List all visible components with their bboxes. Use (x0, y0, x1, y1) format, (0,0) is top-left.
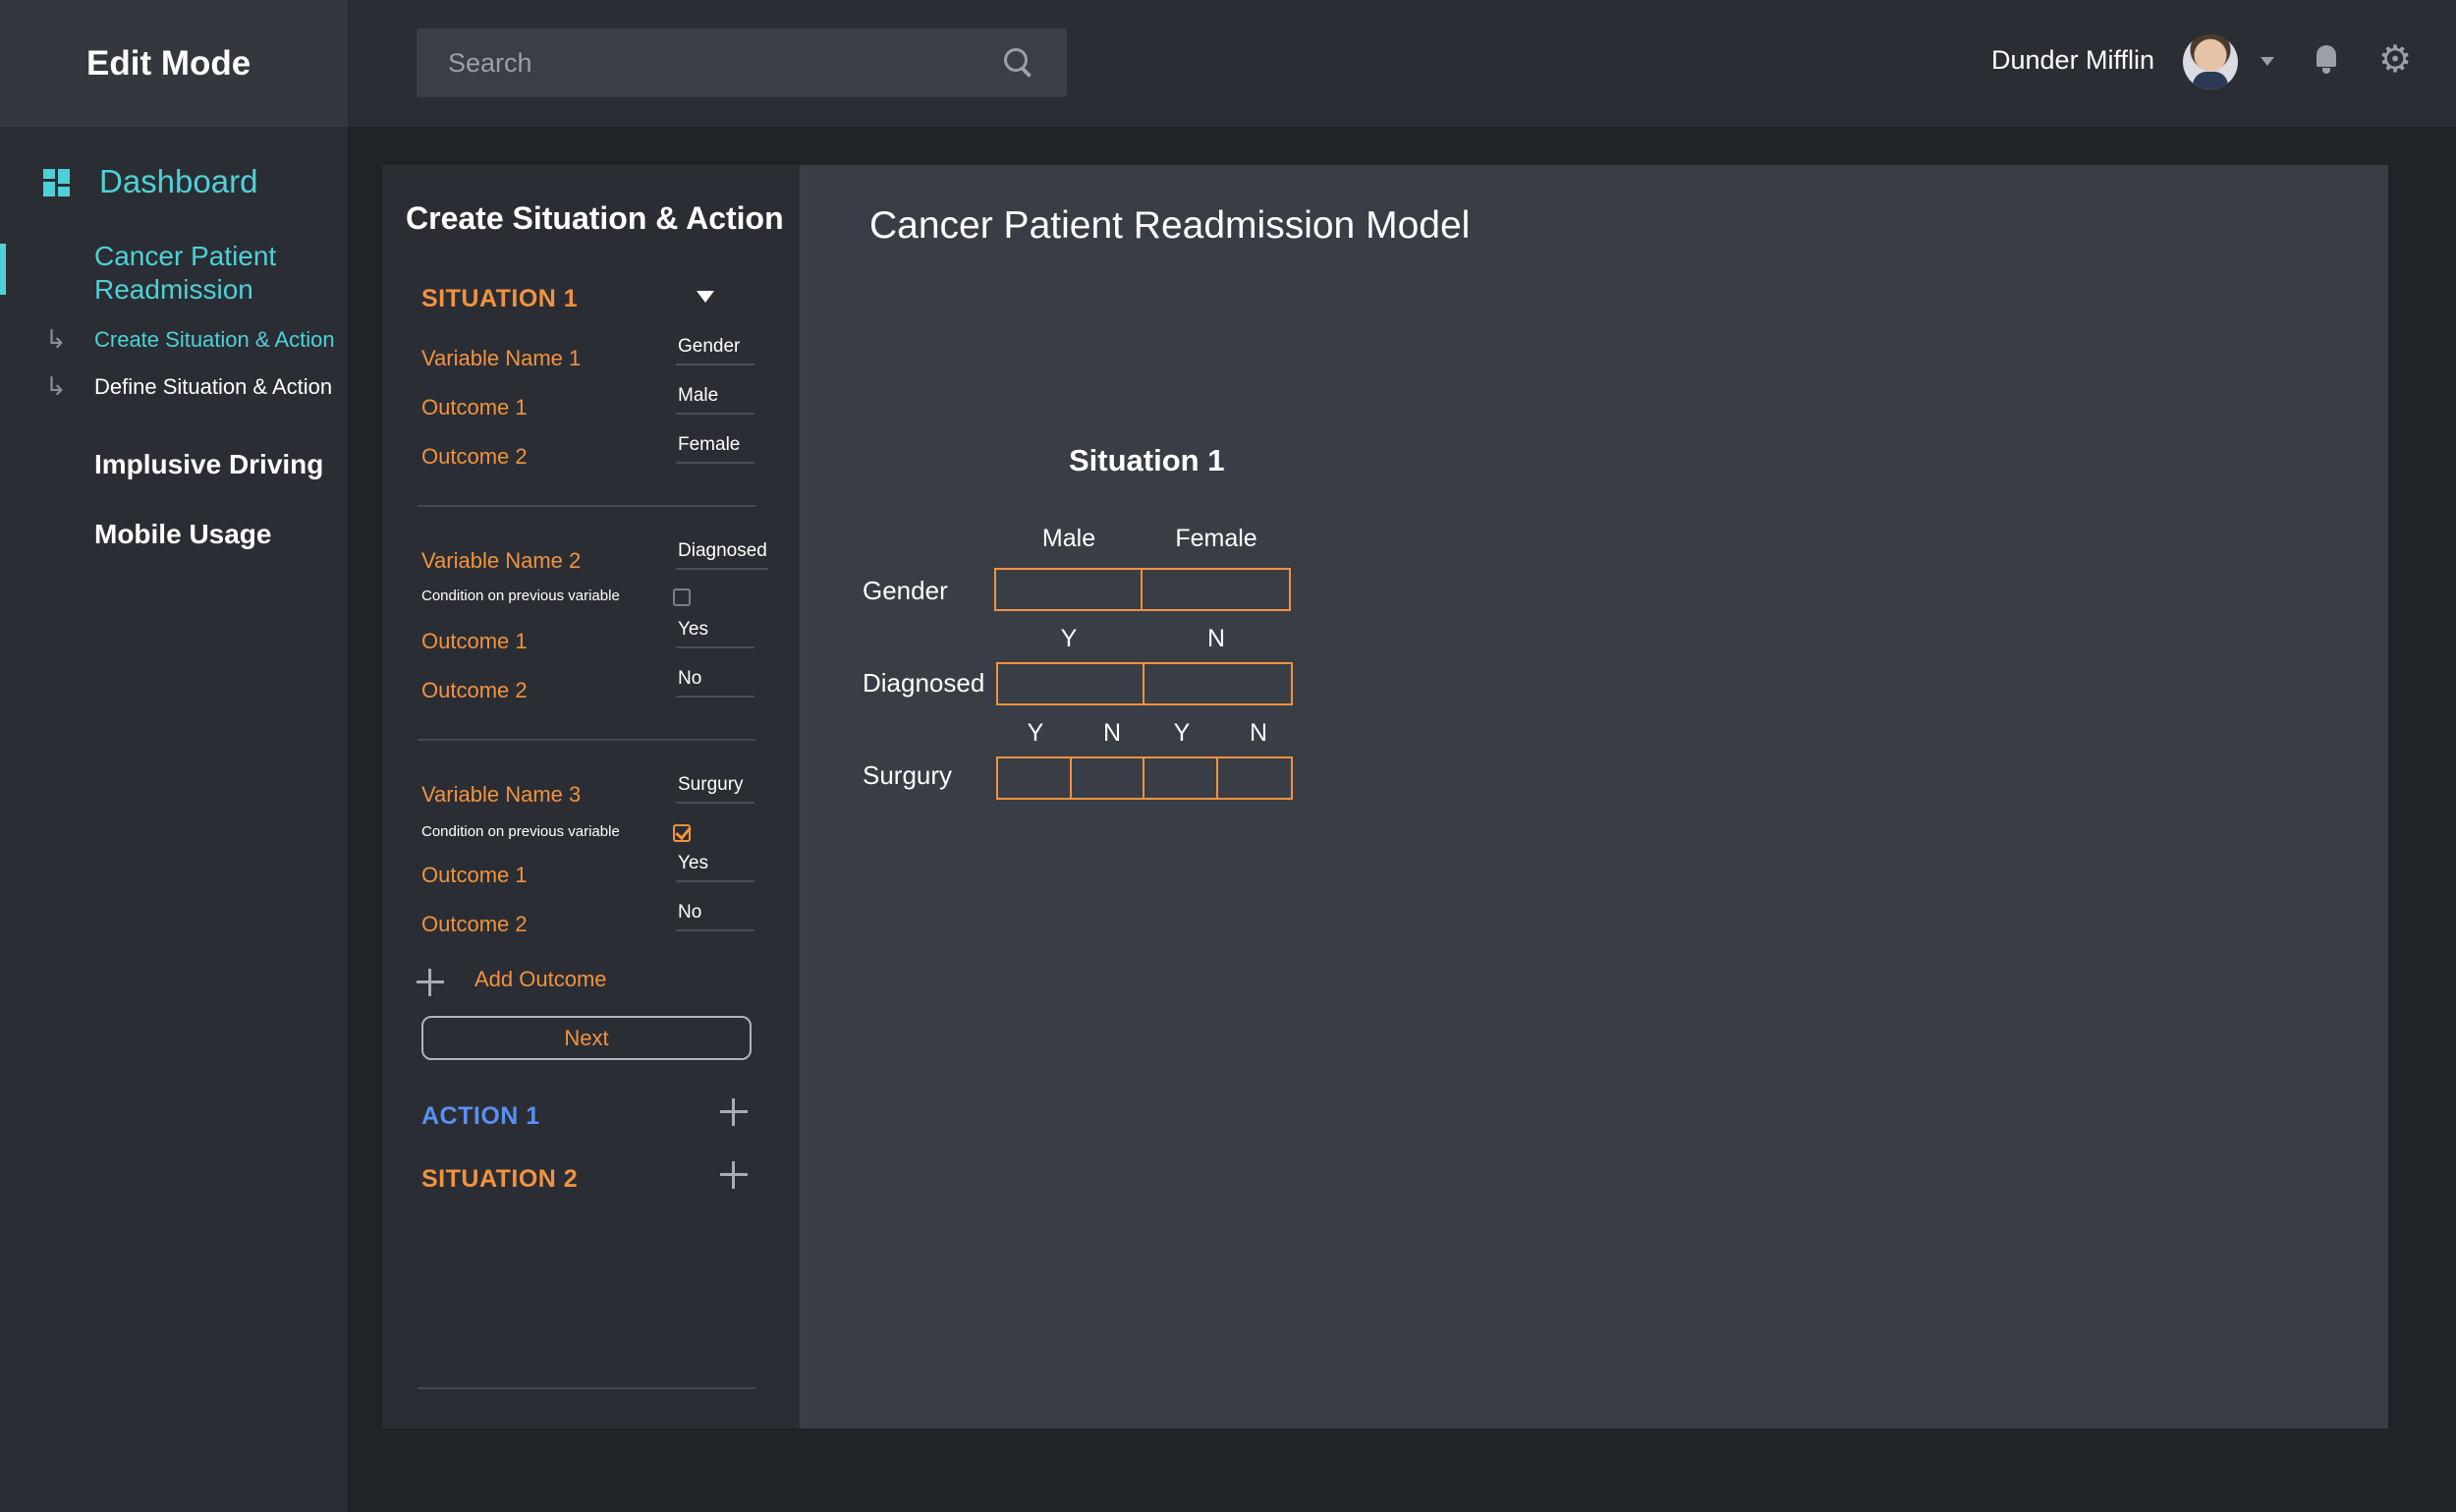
outcome-label: Outcome 1 (421, 629, 528, 653)
search-input[interactable] (448, 47, 1002, 79)
outcome-label: Outcome 1 (421, 863, 528, 887)
condition-checkbox[interactable] (673, 588, 691, 606)
condition-label: Condition on previous variable (421, 823, 620, 840)
outcome-field[interactable]: Female (676, 432, 754, 464)
outcome-label: Outcome 2 (421, 444, 528, 469)
matrix-cell[interactable] (1072, 758, 1144, 798)
diagnosed-cells (996, 662, 1293, 705)
outcome-label: Outcome 2 (421, 678, 528, 702)
divider (418, 505, 756, 507)
search-bar (417, 28, 1067, 97)
condition-checkbox[interactable] (673, 824, 691, 842)
active-indicator (0, 244, 6, 295)
gear-icon[interactable]: ⚙ (2378, 41, 2412, 79)
user-name: Dunder Mifflin (1991, 45, 2155, 75)
matrix-cell[interactable] (1144, 758, 1218, 798)
gender-cells (994, 568, 1291, 611)
nav-mobile-usage[interactable]: Mobile Usage (94, 519, 271, 550)
nav-create-situation-action[interactable]: ↳ Create Situation & Action (45, 324, 335, 355)
variable-name-field[interactable]: Gender (676, 334, 754, 365)
bell-icon[interactable] (2314, 45, 2339, 75)
row-label-surgury: Surgury (863, 760, 953, 790)
outcome-field[interactable]: Yes (676, 617, 754, 648)
collapse-caret-icon[interactable] (697, 291, 714, 303)
nav-define-situation-action[interactable]: ↳ Define Situation & Action (45, 371, 332, 402)
divider (418, 1387, 756, 1389)
action-1-header[interactable]: ACTION 1 (421, 1102, 540, 1131)
sub-arrow-icon: ↳ (45, 324, 67, 354)
nav-dashboard-label: Dashboard (99, 163, 258, 199)
nav-dashboard[interactable]: Dashboard (43, 163, 257, 200)
outcome-field[interactable]: No (676, 666, 754, 698)
row-label-diagnosed: Diagnosed (863, 668, 985, 698)
next-button[interactable]: Next (421, 1016, 752, 1060)
search-icon[interactable] (1002, 46, 1035, 80)
add-situation-plus-icon[interactable] (720, 1161, 748, 1189)
outcome-label: Outcome 1 (421, 395, 528, 420)
column-header: Male (1041, 525, 1096, 552)
column-header: Y (1060, 625, 1078, 652)
matrix-cell[interactable] (1143, 570, 1289, 609)
avatar[interactable] (2183, 34, 2238, 89)
variable-name-label: Variable Name 3 (421, 782, 582, 807)
app-mode-title: Edit Mode (0, 0, 348, 127)
add-outcome-plus-icon[interactable] (417, 969, 444, 996)
variable-name-label: Variable Name 2 (421, 548, 582, 573)
sidebar: Edit Mode Dashboard Cancer Patient Readm… (0, 0, 348, 1512)
outcome-field[interactable]: Yes (676, 851, 754, 882)
outcome-field[interactable]: Male (676, 383, 754, 415)
chevron-down-icon[interactable] (2261, 57, 2274, 66)
matrix-cell[interactable] (1144, 664, 1291, 703)
top-header: Dunder Mifflin ⚙ (348, 0, 2456, 127)
nav-sub-label: Define Situation & Action (94, 373, 333, 399)
column-header: Y (1173, 719, 1191, 747)
matrix-cell[interactable] (1218, 758, 1291, 798)
nav-implusive-driving[interactable]: Implusive Driving (94, 449, 323, 480)
variable-name-field[interactable]: Diagnosed (676, 538, 768, 570)
surgury-cells (996, 756, 1293, 800)
divider (418, 739, 756, 741)
condition-label: Condition on previous variable (421, 588, 620, 604)
row-label-gender: Gender (863, 576, 948, 605)
nav-sub-label: Create Situation & Action (94, 326, 335, 352)
matrix-cell[interactable] (998, 758, 1072, 798)
create-situation-panel: Create Situation & Action SITUATION 1 Va… (382, 165, 800, 1428)
outcome-field[interactable]: No (676, 900, 754, 931)
panel-title: Create Situation & Action (406, 200, 784, 236)
outcome-label: Outcome 2 (421, 912, 528, 936)
variable-name-label: Variable Name 1 (421, 346, 582, 370)
model-title: Cancer Patient Readmission Model (869, 204, 1471, 247)
column-header: Female (1175, 525, 1257, 552)
column-header: N (1249, 719, 1268, 747)
matrix-cell[interactable] (996, 570, 1143, 609)
matrix-cell[interactable] (998, 664, 1144, 703)
sub-arrow-icon: ↳ (45, 371, 67, 401)
situation-1-header[interactable]: SITUATION 1 (421, 285, 578, 313)
variable-name-field[interactable]: Surgury (676, 772, 754, 804)
add-outcome-link[interactable]: Add Outcome (474, 967, 607, 992)
column-header: N (1102, 719, 1122, 747)
column-header: N (1206, 625, 1226, 652)
column-header: Y (1027, 719, 1044, 747)
add-action-plus-icon[interactable] (720, 1098, 748, 1126)
situation-2-header[interactable]: SITUATION 2 (421, 1165, 578, 1194)
model-canvas: Cancer Patient Readmission Model Situati… (800, 165, 2388, 1428)
nav-cancer-patient-readmission[interactable]: Cancer Patient Readmission (94, 240, 330, 307)
situation-title: Situation 1 (1069, 443, 1225, 477)
dashboard-icon (43, 168, 70, 196)
